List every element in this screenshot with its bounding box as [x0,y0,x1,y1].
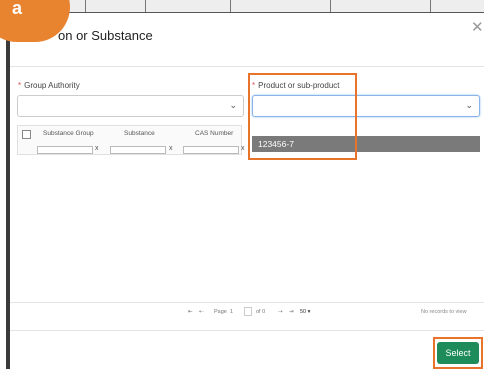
filter-clear-button[interactable]: x [169,145,173,152]
chevron-down-icon: ⌄ [465,100,473,110]
background-cell [330,0,431,12]
chevron-down-icon: ⌄ [229,100,237,110]
required-marker: * [18,81,22,90]
no-records-message: No records to view [421,309,467,315]
page-size-value: 50 [300,309,307,315]
annotation-badge-letter: a [12,0,23,18]
background-cell [145,0,231,12]
chevron-down-icon: ▾ [307,309,311,315]
filter-input-substance-group[interactable] [37,146,93,154]
footer-divider [10,330,484,331]
group-authority-label: * Group Authority [18,81,80,90]
last-page-button[interactable]: ⇥ [289,309,294,315]
select-all-checkbox[interactable] [22,130,31,139]
background-cell [230,0,331,12]
filter-clear-button[interactable]: x [241,145,245,152]
filter-input-substance[interactable] [110,146,166,154]
filter-input-cas-number[interactable] [183,146,239,154]
column-header-cas-number[interactable]: CAS Number [195,130,233,137]
close-icon[interactable]: ✕ [471,18,484,36]
header-divider [10,66,484,67]
page-count: of 0 [256,309,266,315]
filter-clear-button[interactable]: x [95,145,99,152]
column-header-substance[interactable]: Substance [124,130,155,137]
page-number-input[interactable] [244,307,252,316]
group-authority-select[interactable]: ⌄ [17,95,244,117]
prev-page-button[interactable]: ⇠ [199,309,204,315]
highlight-box-product [248,73,357,160]
background-table-strip [0,0,484,13]
page-size-select[interactable]: 50 ▾ [300,309,310,315]
page-number: 1 [230,309,234,315]
first-page-button[interactable]: ⇤ [188,309,193,315]
page-label: Page [214,309,227,315]
modal-title: on or Substance [58,28,153,43]
pager-top-divider [10,302,484,303]
column-header-substance-group[interactable]: Substance Group [43,130,94,137]
highlight-box-select [433,337,483,369]
group-authority-label-text: Group Authority [24,81,80,90]
background-cell [85,0,146,12]
next-page-button[interactable]: ⇢ [278,309,283,315]
substance-grid-header: Substance Group Substance CAS Number x x… [17,125,245,155]
